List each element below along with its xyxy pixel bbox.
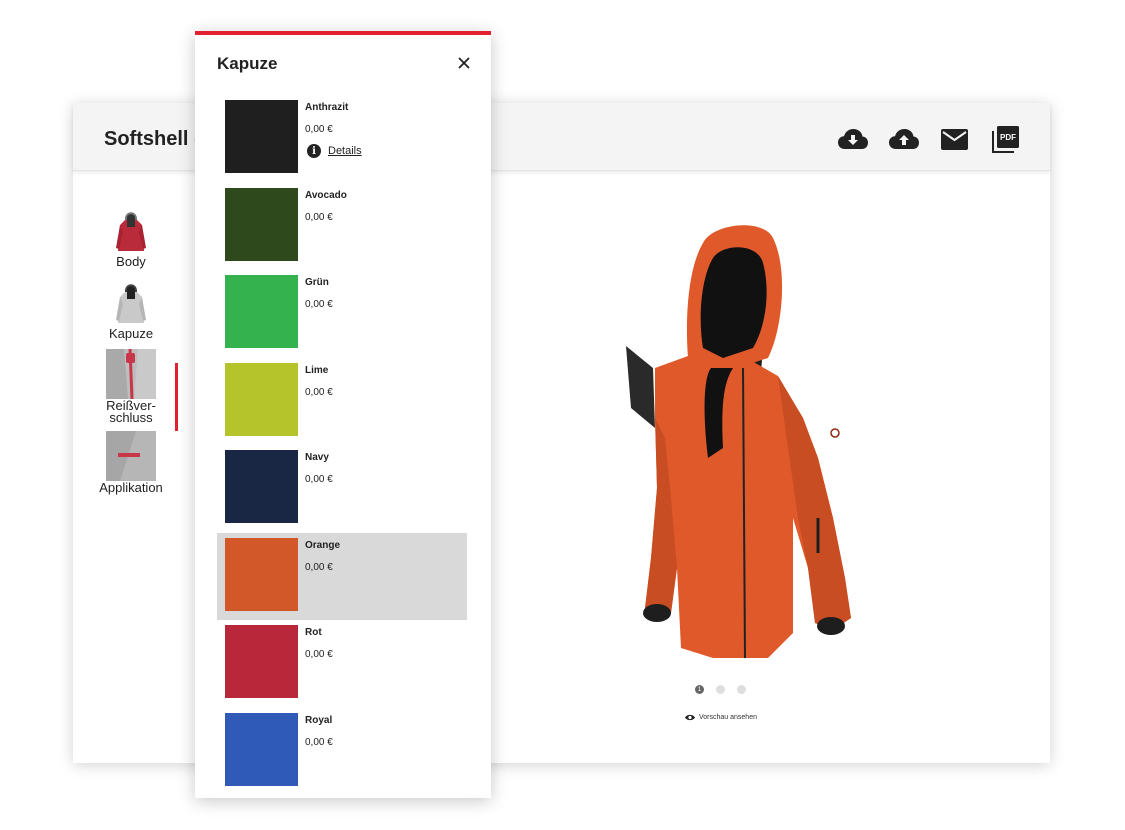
pdf-icon[interactable]: PDF — [989, 125, 1022, 153]
part-tabs: Body Kapuze Reißver- schluss Applikation — [73, 188, 178, 514]
color-swatch — [225, 538, 298, 611]
color-option-navy[interactable]: Navy 0,00 € — [217, 445, 467, 532]
product-preview[interactable] — [593, 218, 893, 663]
color-option-anthrazit[interactable]: Anthrazit 0,00 € i Details — [217, 95, 467, 182]
tab-label: Body — [116, 254, 146, 269]
color-name: Rot — [305, 627, 322, 638]
color-swatch — [225, 625, 298, 698]
color-swatch — [225, 100, 298, 173]
preview-pagination: 1 — [695, 685, 746, 694]
color-price: 0,00 € — [305, 299, 333, 310]
tab-label: Reißver- schluss — [106, 398, 156, 425]
info-icon: i — [307, 144, 321, 158]
eye-icon — [685, 714, 695, 721]
color-swatch — [225, 450, 298, 523]
close-icon[interactable] — [455, 54, 473, 72]
color-option-avocado[interactable]: Avocado 0,00 € — [217, 183, 467, 270]
cloud-download-icon[interactable] — [836, 125, 869, 153]
color-option-royal[interactable]: Royal 0,00 € — [217, 708, 467, 795]
color-swatch — [225, 363, 298, 436]
color-swatch — [225, 188, 298, 261]
cloud-upload-icon[interactable] — [887, 125, 920, 153]
pagination-dot[interactable]: 1 — [695, 685, 704, 694]
pagination-dot[interactable] — [716, 685, 725, 694]
color-panel: Kapuze Anthrazit 0,00 € i Details Avocad… — [195, 31, 491, 798]
color-option-gruen[interactable]: Grün 0,00 € — [217, 270, 467, 357]
tab-label: Kapuze — [108, 326, 154, 341]
application-thumbnail — [106, 431, 156, 481]
tab-label: Applikation — [99, 480, 163, 495]
tab-body[interactable]: Body — [97, 205, 165, 268]
jacket-thumbnail — [106, 205, 156, 255]
color-name: Lime — [305, 365, 329, 376]
color-price: 0,00 € — [305, 562, 333, 573]
svg-text:PDF: PDF — [1000, 133, 1016, 142]
color-name: Anthrazit — [305, 102, 349, 113]
mail-icon[interactable] — [938, 125, 971, 153]
color-name: Avocado — [305, 190, 347, 201]
color-price: 0,00 € — [305, 124, 333, 135]
header-toolbar: PDF — [836, 125, 1022, 153]
tab-kapuze[interactable]: Kapuze — [97, 277, 165, 340]
preview-link[interactable]: Vorschau ansehen — [685, 714, 757, 721]
color-price: 0,00 € — [305, 737, 333, 748]
color-swatch — [225, 275, 298, 348]
tab-applikation[interactable]: Applikation — [97, 431, 165, 494]
hood-thumbnail — [106, 277, 156, 327]
color-name: Royal — [305, 715, 333, 726]
color-name: Orange — [305, 540, 341, 551]
details-link[interactable]: i Details — [307, 144, 362, 158]
details-label: Details — [328, 145, 362, 157]
tab-reissverschluss[interactable]: Reißver- schluss — [97, 348, 165, 425]
zipper-thumbnail — [106, 348, 156, 400]
panel-title: Kapuze — [217, 54, 278, 73]
color-price: 0,00 € — [305, 649, 333, 660]
color-swatch — [225, 713, 298, 786]
pagination-dot[interactable] — [737, 685, 746, 694]
color-price: 0,00 € — [305, 212, 333, 223]
color-option-orange[interactable]: Orange 0,00 € — [217, 533, 467, 620]
active-tab-indicator — [175, 363, 178, 431]
color-name: Grün — [305, 277, 329, 288]
color-option-rot[interactable]: Rot 0,00 € — [217, 620, 467, 707]
color-option-lime[interactable]: Lime 0,00 € — [217, 358, 467, 445]
color-name: Navy — [305, 452, 329, 463]
preview-link-label: Vorschau ansehen — [699, 714, 757, 721]
color-price: 0,00 € — [305, 387, 333, 398]
color-price: 0,00 € — [305, 474, 333, 485]
